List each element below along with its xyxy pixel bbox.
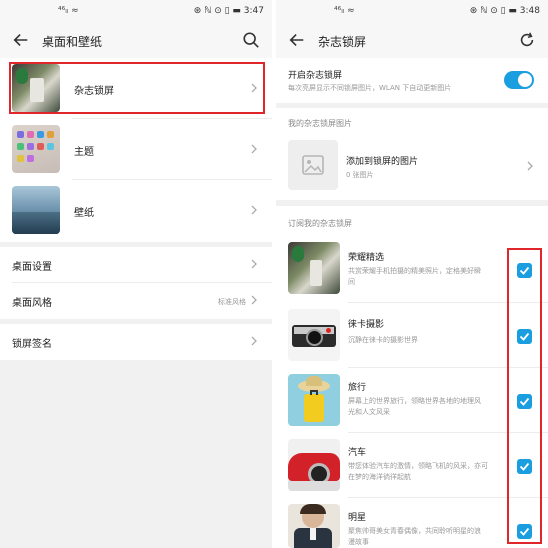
subscription-desc: 在梦的海洋徜徉起航 [348,473,411,481]
subscription-desc: 沉静在徕卡的摄影世界 [348,336,418,344]
section-title: 我的杂志锁屏图片 [288,119,352,128]
subscription-desc: 漫故事 [348,538,369,546]
list-item-themes[interactable]: 主题 [0,119,272,179]
page-title: 杂志锁屏 [318,35,367,49]
highlight-annotation [507,248,542,544]
subscription-title: 荣耀精选 [348,253,385,263]
chevron-right-icon [251,295,257,305]
subscription-thumbnail [288,439,340,491]
right-screen: ⁴⁶ₗₗ ≈ ⊛ ℕ ⊙ ▯ ▬ 3:48 杂志锁屏 开启杂志锁屏 每次亮屏显示… [276,0,548,548]
magazine-lock-toggle[interactable] [504,71,534,89]
app-bar: 杂志锁屏 [276,24,548,58]
status-right: ⊛ ℕ ⊙ ▯ ▬ 3:47 [193,6,264,16]
subscription-desc: 共赏荣耀手机拍摄的精美照片，定格美好瞬 [348,267,481,275]
subscription-desc: 光和人文风采 [348,408,390,416]
chevron-right-icon [251,259,257,269]
chevron-right-icon [527,161,533,171]
subscription-desc: 屏幕上的世界旅行，领略世界各地的地理风 [348,397,481,405]
list-item-wallpaper[interactable]: 壁纸 [0,180,272,240]
refresh-icon[interactable] [518,31,536,49]
add-images-row[interactable]: 添加到锁屏的图片 0 张图片 [276,136,548,196]
subscription-thumbnail [288,242,340,294]
desktop-style-row[interactable]: 桌面风格 标准风格 [0,283,272,318]
subscription-desc: 聚焦帅哥美女青春偶像，共同聆听明星的浪 [348,527,481,535]
search-icon[interactable] [242,31,260,49]
subscription-title: 明星 [348,513,367,523]
row-value: 标准风格 [218,298,246,306]
image-placeholder-icon [288,140,338,190]
enable-label: 开启杂志锁屏 [288,71,343,81]
chevron-right-icon [251,144,257,154]
status-bar: ⁴⁶ₗₗ ≈ ⊛ ℕ ⊙ ▯ ▬ 3:47 [0,0,272,24]
back-arrow-icon[interactable] [288,31,306,49]
row-label: 桌面风格 [12,298,52,309]
page-title: 桌面和壁纸 [42,35,103,49]
section-title: 订阅我的杂志锁屏 [288,219,352,228]
subscription-thumbnail [288,504,340,548]
subscription-title: 旅行 [348,383,367,393]
subscription-title: 徕卡摄影 [348,320,385,330]
status-signal: ⁴⁶ₗₗ ≈ [334,6,355,16]
desktop-settings-row[interactable]: 桌面设置 [0,247,272,282]
status-right: ⊛ ℕ ⊙ ▯ ▬ 3:48 [469,6,540,16]
enable-desc: 每次亮屏显示不同锁屏图片，WLAN 下自动更新图片 [288,84,452,92]
status-signal: ⁴⁶ₗₗ ≈ [58,6,79,16]
chevron-right-icon [251,336,257,346]
enable-card: 开启杂志锁屏 每次亮屏显示不同锁屏图片，WLAN 下自动更新图片 [276,58,548,103]
my-images-card: 我的杂志锁屏图片 添加到锁屏的图片 0 张图片 [276,108,548,200]
status-bar: ⁴⁶ₗₗ ≈ ⊛ ℕ ⊙ ▯ ▬ 3:48 [276,0,548,24]
wallpaper-thumbnail [12,186,60,234]
app-bar: 桌面和壁纸 [0,24,272,58]
left-screen: ⁴⁶ₗₗ ≈ ⊛ ℕ ⊙ ▯ ▬ 3:47 桌面和壁纸 杂志锁屏 主题 壁纸 桌… [0,0,272,548]
desktop-settings-card: 桌面设置 桌面风格 标准风格 [0,247,272,319]
subscription-thumbnail [288,374,340,426]
item-label: 壁纸 [74,208,94,219]
row-label: 锁屏签名 [12,339,52,350]
themes-thumbnail [12,125,60,173]
subscription-thumbnail [288,309,340,361]
chevron-right-icon [251,205,257,215]
back-arrow-icon[interactable] [12,31,30,49]
highlight-annotation [9,62,265,114]
add-images-count: 0 张图片 [346,171,374,179]
row-label: 桌面设置 [12,262,52,273]
subscription-title: 汽车 [348,448,367,458]
item-label: 主题 [74,147,94,158]
subscription-desc: 间 [348,278,355,286]
lockscreen-signature-row[interactable]: 锁屏签名 [0,324,272,360]
add-images-label: 添加到锁屏的图片 [346,157,419,167]
lockscreen-signature-card: 锁屏签名 [0,324,272,360]
subscription-desc: 带您体验汽车的激情，领略飞机的风采，亦可 [348,462,488,470]
